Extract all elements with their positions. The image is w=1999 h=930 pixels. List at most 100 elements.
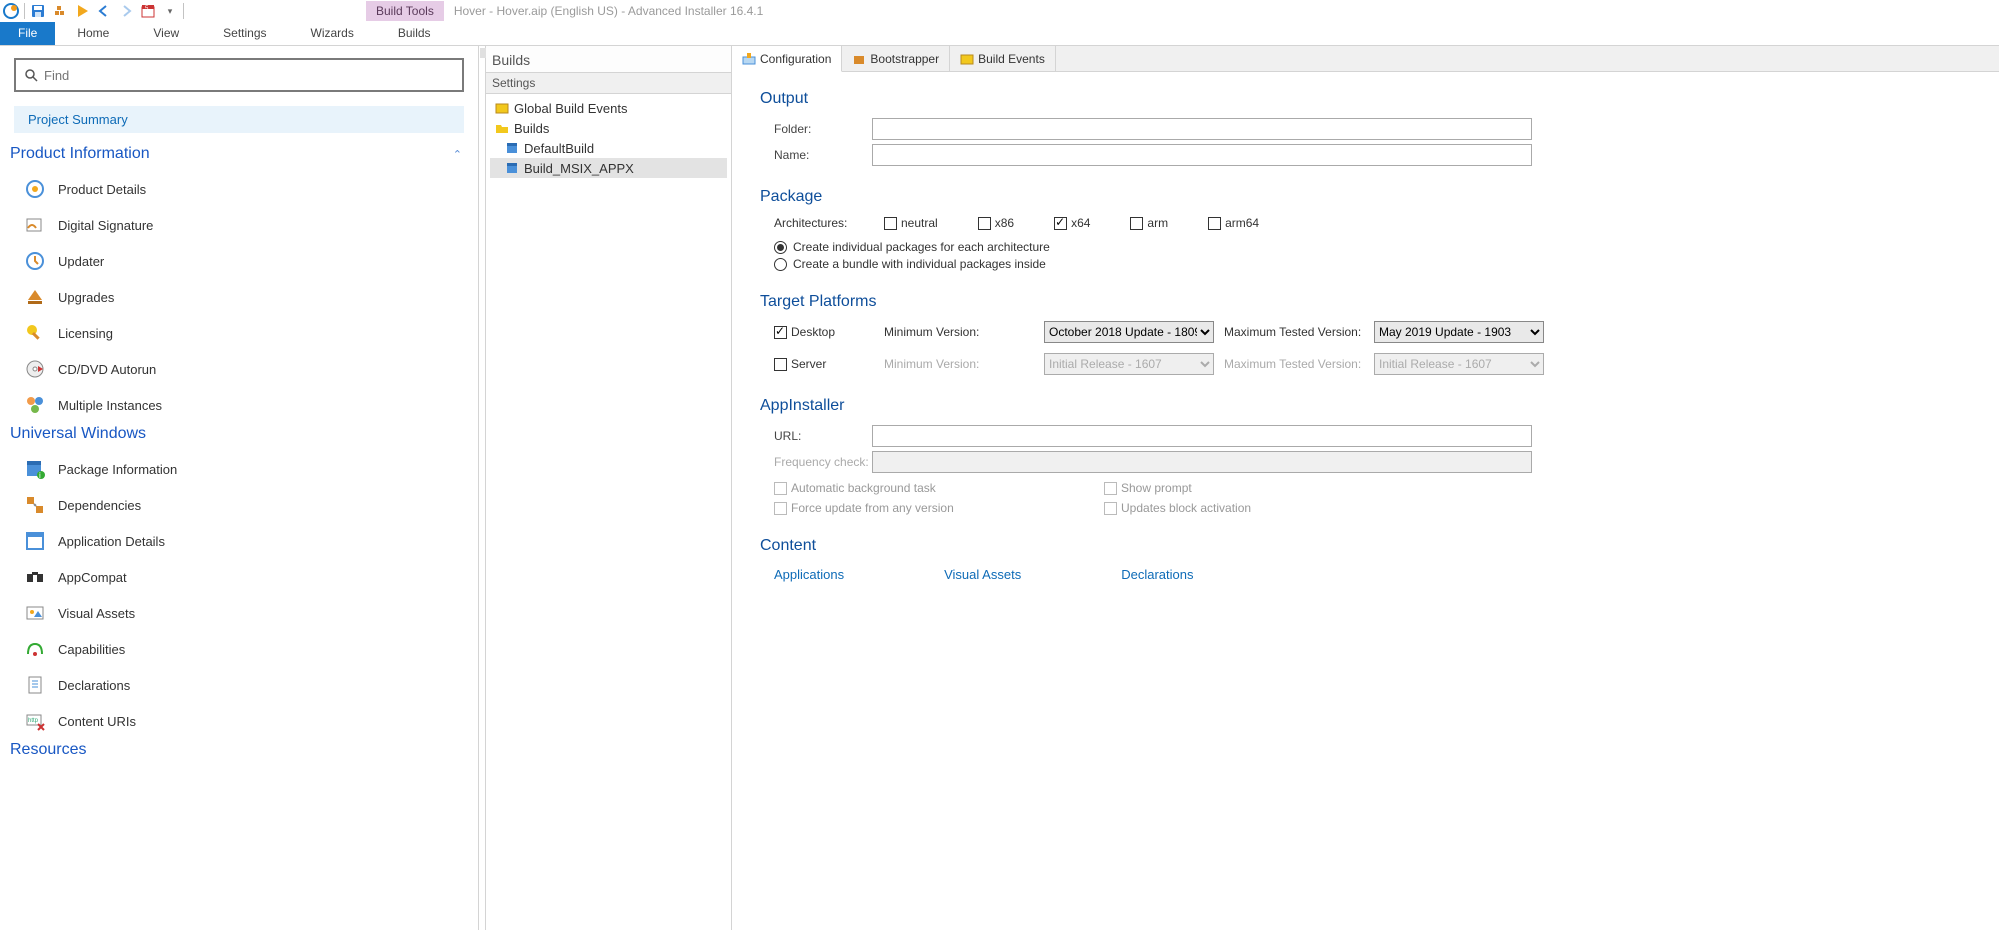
tree-header: Settings	[486, 72, 731, 94]
radio-individual-packages[interactable]: Create individual packages for each arch…	[774, 240, 1981, 254]
instances-icon	[22, 394, 48, 416]
ribbon-tab-builds[interactable]: Builds	[376, 22, 453, 45]
svg-text:http: http	[28, 718, 39, 724]
folder-label: Folder:	[774, 122, 872, 136]
tree-title: Builds	[486, 46, 731, 72]
desktop-min-label: Minimum Version:	[884, 325, 1044, 339]
arch-x86[interactable]: x86	[978, 216, 1014, 230]
chk-auto-background: Automatic background task	[774, 481, 1104, 495]
nav-cddvd-autorun[interactable]: CD/DVD Autorun	[8, 351, 470, 387]
name-label: Name:	[774, 148, 872, 162]
nav-visual-assets[interactable]: Visual Assets	[8, 595, 470, 631]
ribbon-tab-file[interactable]: File	[0, 22, 55, 45]
capabilities-icon	[22, 638, 48, 660]
nav-dependencies[interactable]: Dependencies	[8, 487, 470, 523]
product-details-icon	[22, 178, 48, 200]
start-page-icon[interactable]: 5	[138, 1, 158, 21]
search-box[interactable]	[14, 58, 464, 92]
run-icon[interactable]	[72, 1, 92, 21]
package-info-icon: i	[22, 458, 48, 480]
build-item-icon	[504, 140, 520, 156]
arch-x64[interactable]: x64	[1054, 216, 1090, 230]
chevron-up-icon: ⌃	[453, 148, 462, 161]
bootstrapper-icon	[852, 52, 866, 66]
architectures-label: Architectures:	[774, 216, 844, 230]
tab-build-events[interactable]: Build Events	[950, 46, 1056, 71]
splitter[interactable]	[478, 46, 486, 930]
tree-defaultbuild[interactable]: DefaultBuild	[490, 138, 727, 158]
ribbon-tab-settings[interactable]: Settings	[201, 22, 288, 45]
nav-content-uris[interactable]: httpContent URIs	[8, 703, 470, 739]
nav-licensing[interactable]: Licensing	[8, 315, 470, 351]
ribbon-tab-wizards[interactable]: Wizards	[289, 22, 376, 45]
qat-separator	[24, 3, 25, 19]
build-icon[interactable]	[50, 1, 70, 21]
folder-input[interactable]	[872, 118, 1532, 140]
group-target-platforms: Target Platforms	[760, 293, 1981, 311]
section-universal-windows[interactable]: Universal Windows	[10, 425, 470, 443]
desktop-max-version[interactable]: May 2019 Update - 1903	[1374, 321, 1544, 343]
tree-builds-folder[interactable]: Builds	[490, 118, 727, 138]
target-desktop[interactable]: Desktop	[774, 325, 884, 339]
app-logo-icon[interactable]	[1, 1, 21, 21]
section-label: Product Information	[10, 145, 150, 163]
nav-capabilities[interactable]: Capabilities	[8, 631, 470, 667]
qat-dropdown-icon[interactable]: ▾	[160, 1, 180, 21]
target-server[interactable]: Server	[774, 357, 884, 371]
search-icon	[24, 68, 38, 82]
nav-multiple-instances[interactable]: Multiple Instances	[8, 387, 470, 423]
app-details-icon	[22, 530, 48, 552]
project-summary-link[interactable]: Project Summary	[14, 106, 464, 133]
folder-icon	[494, 120, 510, 136]
section-label: Resources	[10, 741, 86, 759]
save-icon[interactable]	[28, 1, 48, 21]
url-input[interactable]	[872, 425, 1532, 447]
nav-upgrades[interactable]: Upgrades	[8, 279, 470, 315]
ribbon: File Home View Settings Wizards Builds	[0, 22, 1999, 46]
server-min-label: Minimum Version:	[884, 357, 1044, 371]
visual-assets-icon	[22, 602, 48, 624]
ribbon-tab-home[interactable]: Home	[55, 22, 131, 45]
section-resources[interactable]: Resources	[10, 741, 470, 759]
forward-icon[interactable]	[116, 1, 136, 21]
url-label: URL:	[774, 429, 872, 443]
signature-icon	[22, 214, 48, 236]
tab-bootstrapper[interactable]: Bootstrapper	[842, 46, 950, 71]
back-icon[interactable]	[94, 1, 114, 21]
tree-build-msix-appx[interactable]: Build_MSIX_APPX	[490, 158, 727, 178]
cd-icon	[22, 358, 48, 380]
link-declarations[interactable]: Declarations	[1121, 567, 1193, 582]
frequency-label: Frequency check:	[774, 455, 872, 469]
arch-neutral[interactable]: neutral	[884, 216, 938, 230]
nav-package-information[interactable]: iPackage Information	[8, 451, 470, 487]
nav-updater[interactable]: Updater	[8, 243, 470, 279]
content-pane: Configuration Bootstrapper Build Events …	[732, 46, 1999, 930]
ribbon-tab-view[interactable]: View	[131, 22, 201, 45]
updater-icon	[22, 250, 48, 272]
tab-configuration[interactable]: Configuration	[732, 46, 842, 72]
nav-application-details[interactable]: Application Details	[8, 523, 470, 559]
frequency-input	[872, 451, 1532, 473]
section-product-information[interactable]: Product Information ⌃	[10, 145, 470, 163]
arch-arm[interactable]: arm	[1130, 216, 1168, 230]
server-min-version: Initial Release - 1607	[1044, 353, 1214, 375]
tree-global-build-events[interactable]: Global Build Events	[490, 98, 727, 118]
nav-appcompat[interactable]: AppCompat	[8, 559, 470, 595]
arch-arm64[interactable]: arm64	[1208, 216, 1259, 230]
chk-force-update: Force update from any version	[774, 501, 1104, 515]
group-content: Content	[760, 537, 1981, 555]
nav-declarations[interactable]: Declarations	[8, 667, 470, 703]
nav-digital-signature[interactable]: Digital Signature	[8, 207, 470, 243]
desktop-min-version[interactable]: October 2018 Update - 1809	[1044, 321, 1214, 343]
group-package: Package	[760, 188, 1981, 206]
server-max-label: Maximum Tested Version:	[1224, 357, 1374, 371]
search-input[interactable]	[44, 68, 454, 83]
link-visual-assets[interactable]: Visual Assets	[944, 567, 1021, 582]
nav-product-details[interactable]: Product Details	[8, 171, 470, 207]
name-input[interactable]	[872, 144, 1532, 166]
configuration-icon	[742, 52, 756, 66]
builds-tree-pane: Builds Settings Global Build Events Buil…	[486, 46, 732, 930]
radio-bundle[interactable]: Create a bundle with individual packages…	[774, 257, 1981, 271]
contextual-tab-buildtools[interactable]: Build Tools	[366, 1, 444, 21]
link-applications[interactable]: Applications	[774, 567, 844, 582]
